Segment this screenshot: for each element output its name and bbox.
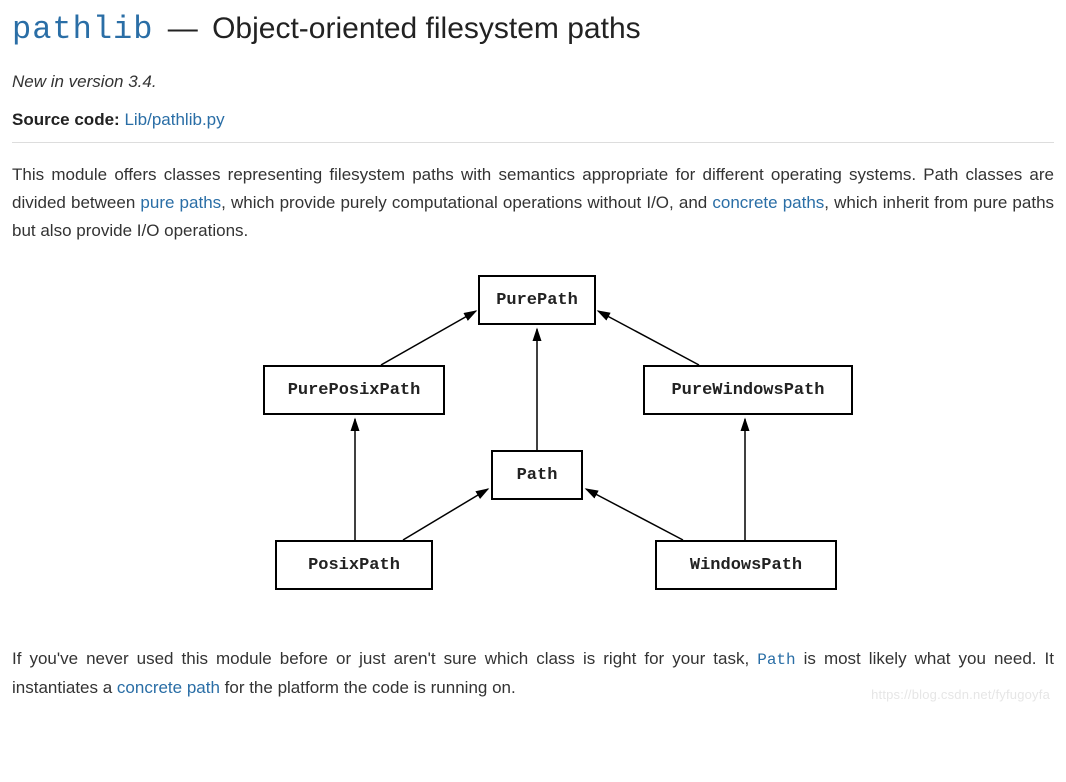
node-posixpath: PosixPath [275, 540, 433, 590]
para1-text2: , which provide purely computational ope… [221, 193, 712, 212]
node-path: Path [491, 450, 583, 500]
title-code: pathlib [12, 11, 153, 48]
path-code: Path [757, 651, 795, 669]
pure-paths-link[interactable]: pure paths [140, 193, 221, 212]
node-purepath: PurePath [478, 275, 596, 325]
node-purewindowspath: PureWindowsPath [643, 365, 853, 415]
para2-text3: for the platform the code is running on. [220, 678, 516, 697]
source-line: Source code: Lib/pathlib.py [12, 110, 1054, 130]
divider [12, 142, 1054, 143]
title-dash: — [168, 10, 198, 48]
version-note: New in version 3.4. [12, 72, 1054, 92]
node-windowspath: WindowsPath [655, 540, 837, 590]
node-pureposixpath: PurePosixPath [263, 365, 445, 415]
class-hierarchy-diagram: PurePath PurePosixPath PureWindowsPath P… [12, 275, 1054, 605]
usage-paragraph: If you've never used this module before … [12, 645, 1054, 701]
title-rest: Object-oriented filesystem paths [204, 12, 641, 45]
page-title: pathlib — Object-oriented filesystem pat… [12, 10, 1054, 50]
concrete-paths-link[interactable]: concrete paths [712, 193, 824, 212]
intro-paragraph: This module offers classes representing … [12, 161, 1054, 245]
concrete-path-link[interactable]: concrete path [117, 678, 220, 697]
source-label: Source code: [12, 110, 120, 129]
para2-text1: If you've never used this module before … [12, 649, 757, 668]
source-link[interactable]: Lib/pathlib.py [124, 110, 224, 129]
